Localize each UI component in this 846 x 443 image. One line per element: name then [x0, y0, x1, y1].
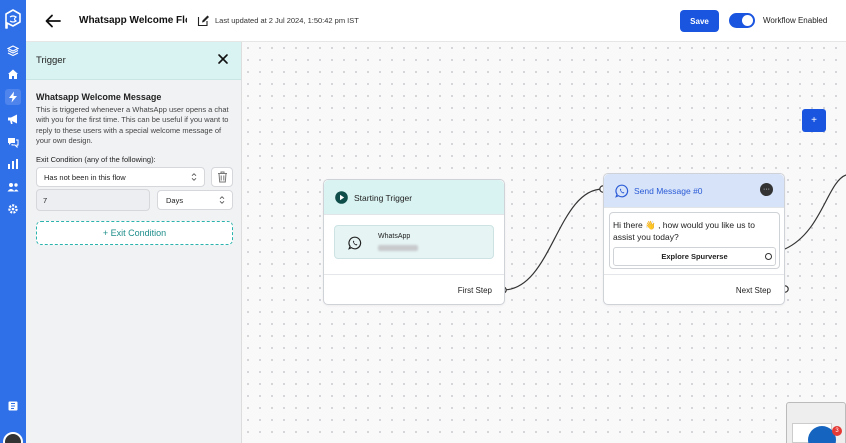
duration-unit-value: Days — [166, 195, 184, 205]
chevron-updown-icon — [219, 196, 225, 204]
top-header: Whatsapp Welcome Flow Last updated at 2 … — [26, 0, 846, 42]
bolt-icon[interactable] — [5, 89, 21, 105]
exit-condition-value: Has not been in this flow — [44, 172, 126, 182]
node-header: Starting Trigger — [324, 180, 504, 215]
delete-condition-button[interactable] — [211, 167, 233, 187]
node-divider — [324, 274, 504, 275]
workflow-enabled-label: Workflow Enabled — [763, 16, 828, 25]
exit-condition-select[interactable]: Has not been in this flow — [36, 167, 205, 187]
channel-label: WhatsApp — [378, 233, 411, 240]
whatsapp-icon — [348, 236, 362, 250]
panel-header: Trigger — [26, 42, 241, 80]
chat-icon[interactable] — [5, 134, 21, 150]
node-header: Send Message #0 ··· — [604, 174, 784, 208]
chevron-updown-icon — [191, 173, 197, 181]
trigger-panel: Trigger Whatsapp Welcome Message This is… — [26, 42, 242, 443]
close-icon[interactable] — [217, 53, 229, 65]
quick-reply-port[interactable] — [765, 253, 772, 260]
next-step-label: Next Step — [735, 286, 771, 295]
duration-number-input[interactable] — [36, 189, 150, 211]
save-button[interactable]: Save — [680, 10, 719, 32]
avatar[interactable] — [3, 432, 23, 443]
box-icon[interactable] — [5, 43, 21, 59]
add-node-button[interactable]: + — [802, 109, 826, 132]
logo-icon[interactable] — [3, 8, 23, 30]
panel-title: Trigger — [36, 55, 66, 66]
workflow-enabled-toggle[interactable] — [729, 13, 755, 28]
node-title: Send Message #0 — [634, 186, 703, 196]
home-icon[interactable] — [5, 66, 21, 82]
node-title: Starting Trigger — [354, 193, 413, 203]
back-arrow-icon[interactable] — [44, 12, 62, 30]
send-message-node[interactable]: Send Message #0 ··· Hi there 👋 , how wou… — [603, 173, 785, 305]
users-icon[interactable] — [5, 179, 21, 195]
whatsapp-icon — [615, 184, 629, 198]
whatsapp-channel-card[interactable]: WhatsApp — [334, 225, 494, 259]
exit-condition-label: Exit Condition (any of the following): — [36, 155, 156, 164]
edit-icon[interactable] — [197, 14, 210, 27]
last-updated-text: Last updated at 2 Jul 2024, 1:50:42 pm I… — [215, 16, 359, 25]
book-icon[interactable] — [5, 398, 21, 414]
first-step-label: First Step — [457, 286, 492, 295]
trigger-name: Whatsapp Welcome Message — [36, 92, 162, 102]
add-exit-condition-button[interactable]: + Exit Condition — [36, 221, 233, 245]
left-nav-rail — [0, 0, 26, 443]
message-preview[interactable]: Hi there 👋 , how would you like us to as… — [609, 212, 780, 269]
notification-badge: 3 — [832, 426, 842, 436]
starting-trigger-node[interactable]: Starting Trigger WhatsApp First Step — [323, 179, 505, 305]
workflow-title[interactable]: Whatsapp Welcome Flow — [79, 15, 187, 26]
trash-icon — [217, 171, 227, 183]
redacted-phone — [378, 245, 418, 251]
chart-icon[interactable] — [5, 156, 21, 172]
megaphone-icon[interactable] — [5, 111, 21, 127]
toggle-knob — [742, 15, 753, 26]
more-options-icon[interactable]: ··· — [760, 183, 773, 196]
trigger-description: This is triggered whenever a WhatsApp us… — [36, 105, 229, 145]
message-text: Hi there 👋 , how would you like us to as… — [613, 220, 755, 242]
play-icon — [335, 191, 348, 204]
duration-unit-select[interactable]: Days — [157, 190, 233, 210]
quick-reply-button[interactable]: Explore Spurverse — [613, 247, 776, 266]
settings-icon[interactable] — [5, 201, 21, 217]
node-divider — [604, 274, 784, 275]
workflow-canvas[interactable]: + Starting Trigger WhatsApp First Step S… — [242, 42, 846, 443]
